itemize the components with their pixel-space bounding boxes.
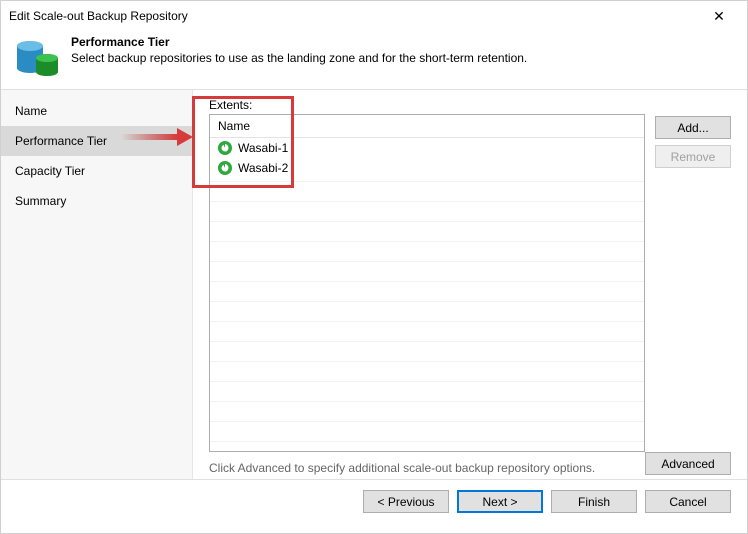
- wizard-footer: < Previous Next > Finish Cancel: [1, 479, 747, 523]
- close-button[interactable]: ✕: [699, 2, 739, 30]
- finish-button[interactable]: Finish: [551, 490, 637, 513]
- page-subtitle: Select backup repositories to use as the…: [71, 51, 527, 65]
- window-title: Edit Scale-out Backup Repository: [9, 9, 699, 23]
- previous-button[interactable]: < Previous: [363, 490, 449, 513]
- list-item[interactable]: Wasabi-1: [210, 138, 644, 158]
- add-button[interactable]: Add...: [655, 116, 731, 139]
- repo-status-icon: [218, 141, 232, 155]
- step-performance-tier[interactable]: Performance Tier: [1, 126, 192, 156]
- wizard-steps: Name Performance Tier Capacity Tier Summ…: [1, 90, 193, 479]
- wizard-header: Performance Tier Select backup repositor…: [1, 31, 747, 89]
- cancel-button[interactable]: Cancel: [645, 490, 731, 513]
- remove-button: Remove: [655, 145, 731, 168]
- step-capacity-tier[interactable]: Capacity Tier: [1, 156, 192, 186]
- panel: Extents: Name Wasabi-1 Wasabi-2: [193, 90, 747, 479]
- column-header-name[interactable]: Name: [210, 115, 644, 138]
- list-item[interactable]: Wasabi-2: [210, 158, 644, 178]
- list-item-label: Wasabi-2: [238, 161, 288, 175]
- next-button[interactable]: Next >: [457, 490, 543, 513]
- hint-text: Click Advanced to specify additional sca…: [209, 461, 595, 475]
- wizard-body: Name Performance Tier Capacity Tier Summ…: [1, 89, 747, 479]
- list-grid-lines: [210, 181, 644, 451]
- step-summary[interactable]: Summary: [1, 186, 192, 216]
- titlebar: Edit Scale-out Backup Repository ✕: [1, 1, 747, 31]
- repo-status-icon: [218, 161, 232, 175]
- step-name[interactable]: Name: [1, 96, 192, 126]
- repository-icon: [15, 35, 59, 79]
- extents-list[interactable]: Name Wasabi-1 Wasabi-2: [209, 114, 645, 452]
- list-item-label: Wasabi-1: [238, 141, 288, 155]
- page-title: Performance Tier: [71, 35, 527, 49]
- advanced-button[interactable]: Advanced: [645, 452, 731, 475]
- extents-label: Extents:: [209, 98, 645, 112]
